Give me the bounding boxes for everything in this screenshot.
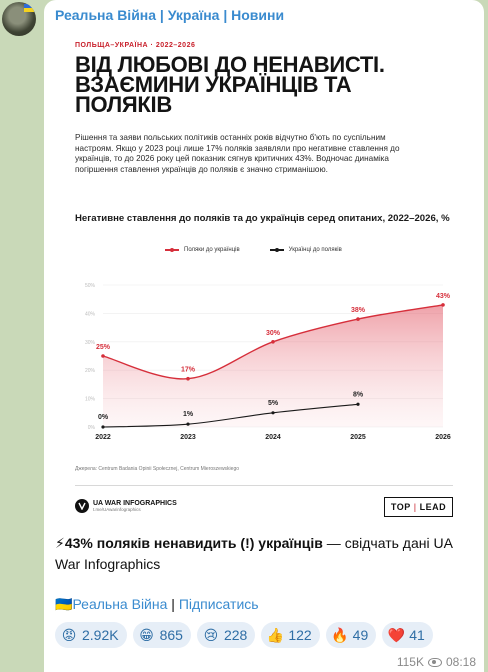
- post-bold-text: 43% поляків ненавидить (!) українців: [64, 535, 323, 551]
- reaction-count: 2.92K: [82, 627, 119, 643]
- ukraine-flag-icon: [24, 4, 34, 12]
- toplead-left: TOP: [390, 502, 411, 512]
- reaction-count: 122: [288, 627, 312, 643]
- legend-swatch-ukrainians: [269, 248, 284, 252]
- y-tick-label: 0%: [88, 425, 96, 431]
- x-tick-label: 2023: [180, 434, 196, 441]
- infographic-image[interactable]: ПОЛЬЩА–УКРАЇНА · 2022–2026 ВІД ЛЮБОВІ ДО…: [55, 27, 473, 527]
- footer-divider: [75, 485, 453, 486]
- legend-item-ukrainians: Українці до поляків: [269, 247, 342, 253]
- series-poles-label: 43%: [436, 293, 451, 300]
- subscribe-link[interactable]: Підписатись: [179, 596, 259, 612]
- ukraine-flag-emoji-icon: 🇺🇦: [55, 596, 73, 612]
- series-poles-label: 38%: [351, 307, 366, 314]
- series-poles-point: [271, 340, 275, 344]
- message-time: 08:18: [445, 655, 476, 669]
- eye-icon: [427, 657, 442, 667]
- reaction-count: 41: [409, 627, 425, 643]
- ua-war-logo-icon: [75, 499, 89, 513]
- grinning-face-icon: 😁: [139, 626, 154, 643]
- fire-icon: 🔥: [330, 626, 349, 643]
- chart-source: Джерела: Centrum Badania Opinii Społeczn…: [75, 466, 240, 472]
- series-ukrainians-point: [101, 425, 105, 429]
- reaction-grin[interactable]: 😁 865: [132, 622, 191, 648]
- chart-title: Негативне ставлення до поляків та до укр…: [75, 213, 450, 224]
- infographic-lead: Рішення та заяви польських політиків ост…: [75, 133, 400, 174]
- heart-icon: ❤️: [387, 626, 405, 643]
- series-poles-label: 25%: [96, 344, 111, 351]
- crying-face-icon: 😢: [203, 626, 219, 643]
- reaction-count: 865: [159, 627, 183, 643]
- series-ukrainians-point: [186, 422, 190, 426]
- y-tick-label: 40%: [85, 311, 96, 317]
- lightning-icon: ⚡: [55, 535, 65, 551]
- post-text: ⚡43% поляків ненавидить (!) українців — …: [55, 533, 475, 575]
- infographic-headline: ВІД ЛЮБОВІ ДО НЕНАВИСТІ. ВЗАЄМИНИ УКРАЇН…: [75, 52, 385, 117]
- x-tick-label: 2025: [350, 434, 366, 441]
- message-meta: 115K 08:18: [397, 655, 476, 669]
- y-tick-label: 20%: [85, 368, 96, 374]
- reaction-angry[interactable]: 😡 2.92K: [55, 622, 127, 648]
- x-tick-label: 2024: [265, 434, 281, 441]
- reaction-heart[interactable]: ❤️ 41: [382, 622, 433, 648]
- series-ukrainians-label: 0%: [98, 414, 109, 421]
- legend-label-ukrainians: Українці до поляків: [288, 247, 342, 253]
- channel-title[interactable]: Реальна Війна | Україна | Новини: [55, 7, 284, 23]
- legend-swatch-poles: [165, 248, 179, 252]
- series-poles-area: [103, 304, 443, 427]
- toplead-right: LEAD: [419, 502, 447, 512]
- brand-handle: t.me/UAwarinfographics: [93, 507, 141, 512]
- chart-legend: Поляки до українців Українці до поляків: [165, 247, 342, 253]
- reaction-count: 228: [223, 627, 248, 643]
- reaction-fire[interactable]: 🔥 49: [325, 622, 377, 648]
- signature-line: 🇺🇦Реальна Війна | Підписатись: [55, 596, 259, 613]
- series-ukrainians-label: 1%: [183, 411, 194, 418]
- x-tick-label: 2022: [95, 434, 111, 441]
- legend-label-poles: Поляки до українців: [184, 247, 240, 253]
- reactions-bar: 😡 2.92K 😁 865 😢 228 👍 122 🔥 49 ❤️ 41: [55, 622, 433, 648]
- series-ukrainians-point: [356, 402, 360, 406]
- series-poles-label: 30%: [266, 330, 281, 337]
- reaction-cry[interactable]: 😢 228: [196, 622, 256, 648]
- series-poles-point: [441, 303, 445, 307]
- thumbs-up-icon: 👍: [266, 626, 285, 643]
- series-poles-point: [101, 354, 105, 358]
- legend-item-poles: Поляки до українців: [165, 247, 240, 253]
- reaction-count: 49: [352, 627, 369, 643]
- brand-name: UA WAR INFOGRAPHICS: [93, 500, 177, 507]
- channel-link[interactable]: Реальна Війна: [72, 596, 167, 612]
- infographic-eyebrow: ПОЛЬЩА–УКРАЇНА · 2022–2026: [75, 42, 196, 49]
- series-ukrainians-label: 5%: [268, 400, 279, 407]
- series-ukrainians-label: 8%: [353, 391, 364, 398]
- angry-face-icon: 😡: [61, 626, 77, 643]
- y-tick-label: 10%: [85, 397, 96, 403]
- toplead-separator: |: [413, 502, 417, 512]
- views-count: 115K: [396, 655, 424, 669]
- line-area-chart: 0% 10% 20% 30% 40% 50% 2022 2023 2024 2025 2026 25%…: [85, 283, 451, 441]
- channel-avatar[interactable]: [2, 2, 36, 36]
- signature-separator: |: [167, 596, 179, 612]
- toplead-badge: TOP | LEAD: [384, 497, 453, 517]
- y-tick-label: 30%: [85, 340, 96, 346]
- series-poles-point: [356, 317, 360, 321]
- brand-block: UA WAR INFOGRAPHICS t.me/UAwarinfographi…: [75, 499, 177, 513]
- x-tick-label: 2026: [435, 434, 451, 441]
- y-tick-label: 50%: [85, 283, 96, 289]
- reaction-thumbs-up[interactable]: 👍 122: [261, 622, 320, 648]
- series-poles-point: [186, 376, 190, 381]
- series-poles-label: 17%: [181, 367, 196, 374]
- message-bubble: Реальна Війна | Україна | Новини ПОЛЬЩА–…: [44, 0, 484, 672]
- series-ukrainians-point: [271, 411, 275, 415]
